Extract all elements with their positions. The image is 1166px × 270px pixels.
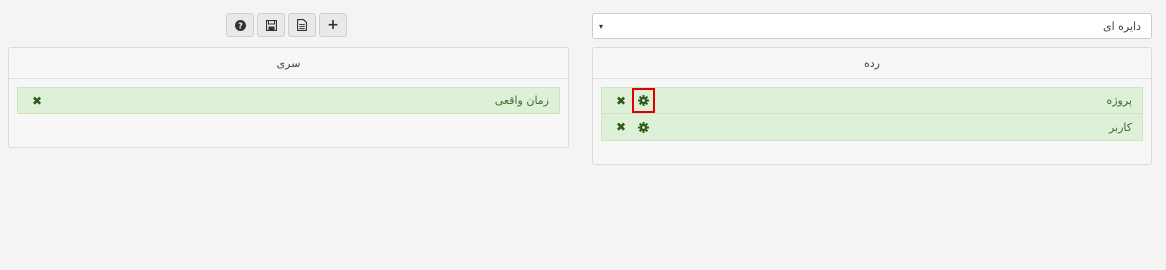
remove-icon[interactable]: ✖ xyxy=(616,121,626,133)
remove-icon[interactable]: ✖ xyxy=(32,95,42,107)
new-document-button[interactable] xyxy=(288,13,316,37)
category-list: ✖ پروژه ✖ کاربر xyxy=(593,79,1151,149)
add-icon: + xyxy=(327,17,339,33)
category-item-label: کاربر xyxy=(1108,120,1132,134)
help-icon: ? xyxy=(234,19,246,31)
series-list: ✖ زمان واقعی xyxy=(9,79,568,122)
series-panel-title: سری xyxy=(9,48,568,79)
gear-icon[interactable] xyxy=(632,88,656,113)
chart-type-select[interactable]: ▾ دایره ای xyxy=(592,13,1152,39)
list-item[interactable]: ✖ زمان واقعی xyxy=(17,87,560,114)
save-button[interactable] xyxy=(257,13,285,37)
svg-text:?: ? xyxy=(238,21,243,30)
series-item-label: زمان واقعی xyxy=(494,94,549,107)
help-button[interactable]: ? xyxy=(226,13,254,37)
document-icon xyxy=(297,19,307,31)
toolbar: ? + xyxy=(226,13,347,37)
remove-icon[interactable]: ✖ xyxy=(616,95,626,107)
chart-type-value: دایره ای xyxy=(1102,19,1141,33)
list-item[interactable]: ✖ پروژه xyxy=(601,87,1143,114)
save-icon xyxy=(265,19,277,31)
category-panel: رده ✖ پروژه ✖ کاربر xyxy=(592,47,1152,165)
list-item[interactable]: ✖ کاربر xyxy=(601,114,1143,141)
gear-icon[interactable] xyxy=(634,121,653,133)
category-item-label: پروژه xyxy=(1106,94,1132,107)
add-button[interactable]: + xyxy=(319,13,347,37)
chevron-down-icon: ▾ xyxy=(599,21,604,31)
series-panel: سری ✖ زمان واقعی xyxy=(8,47,569,148)
category-panel-title: رده xyxy=(593,48,1151,79)
